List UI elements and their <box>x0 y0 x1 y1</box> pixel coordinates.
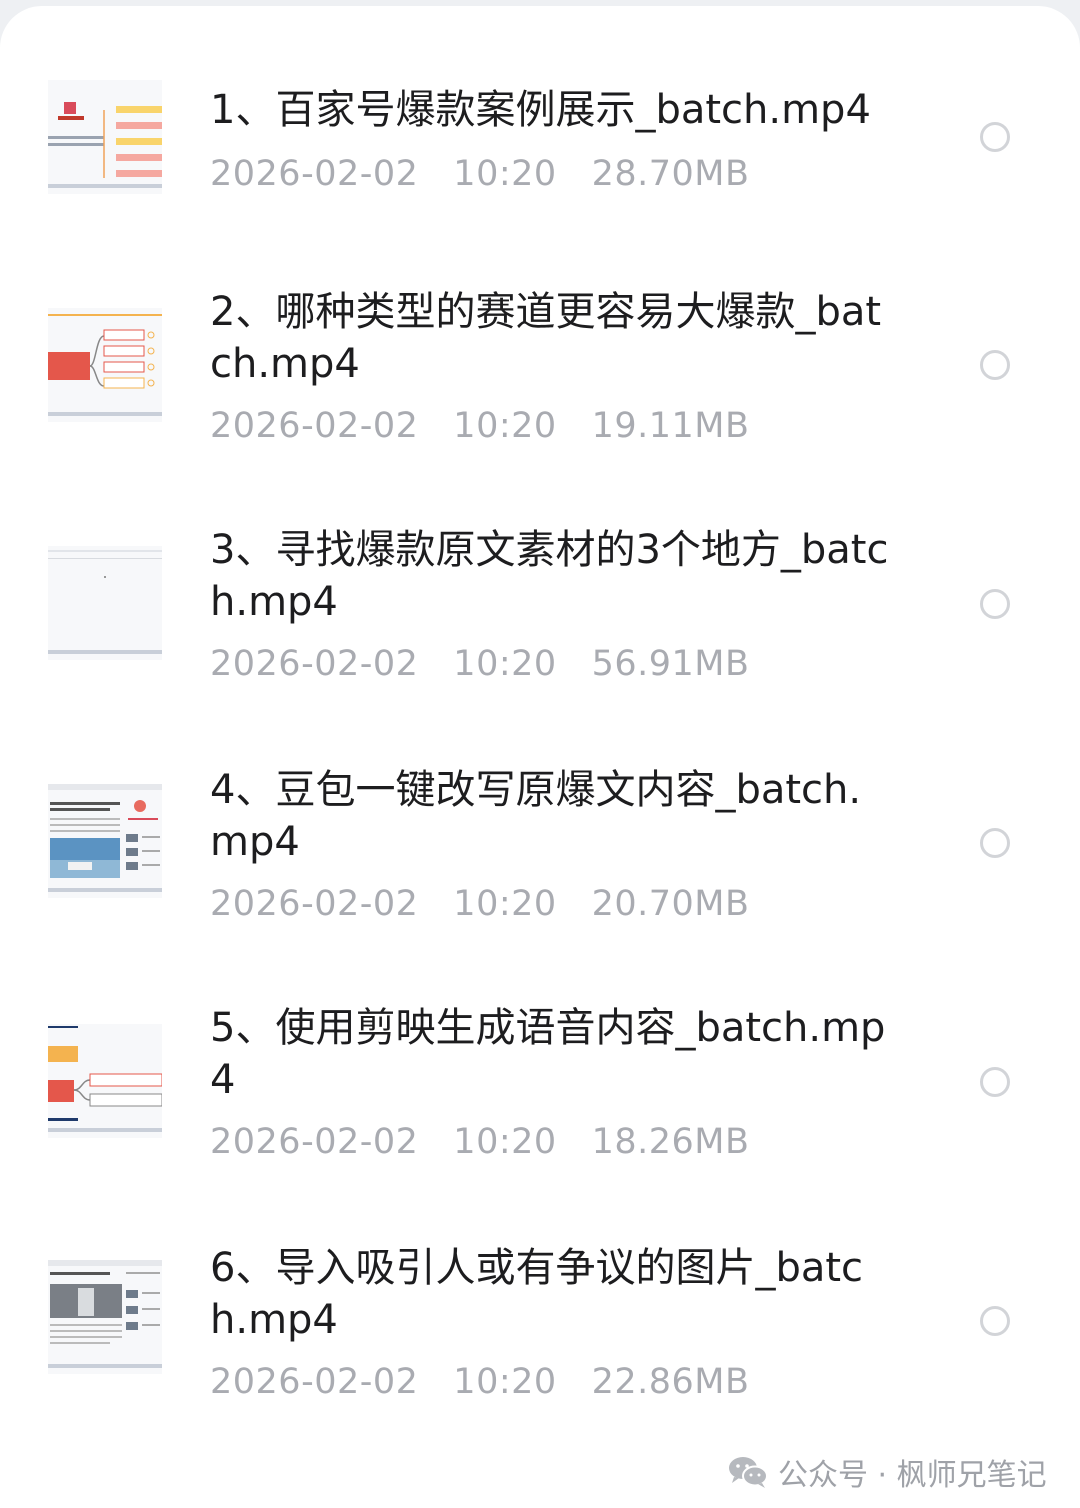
video-thumbnail <box>48 1260 162 1374</box>
file-time: 10:20 <box>453 406 557 446</box>
file-date: 2026-02-02 <box>210 1122 419 1162</box>
file-size: 18.26MB <box>591 1122 750 1162</box>
file-time: 10:20 <box>453 1362 557 1402</box>
file-time: 10:20 <box>453 644 557 684</box>
file-meta: 2026-02-02 10:20 28.70MB <box>210 152 749 196</box>
file-meta: 2026-02-02 10:20 56.91MB <box>210 642 749 686</box>
file-size: 56.91MB <box>591 644 750 684</box>
file-time: 10:20 <box>453 1122 557 1162</box>
video-thumbnail <box>48 308 162 422</box>
file-size: 28.70MB <box>591 154 750 194</box>
video-thumbnail <box>48 784 162 898</box>
file-row-3[interactable]: 3、寻找爆款原文素材的3个地方_batch.mp4 2026-02-02 10:… <box>0 527 1080 736</box>
wechat-icon <box>729 1457 768 1488</box>
file-title: 6、导入吸引人或有争议的图片_batch.mp4 <box>210 1245 864 1343</box>
video-thumbnail <box>48 80 162 194</box>
watermark-label: 公众号 · 枫师兄笔记 <box>778 1458 1047 1493</box>
select-radio[interactable] <box>980 1067 1010 1097</box>
file-row-5[interactable]: 5、使用剪映生成语音内容_batch.mp4 2026-02-02 10:20 … <box>0 1005 1080 1214</box>
file-row-4[interactable]: 4、豆包一键改写原爆文内容_batch.mp4 2026-02-02 10:20… <box>0 767 1080 976</box>
select-radio[interactable] <box>980 828 1010 858</box>
select-radio[interactable] <box>980 589 1010 619</box>
file-row-1[interactable]: 1、百家号爆款案例展示_batch.mp4 2026-02-02 10:20 2… <box>0 74 1080 274</box>
file-title: 3、寻找爆款原文素材的3个地方_batch.mp4 <box>210 527 889 625</box>
file-row-6[interactable]: 6、导入吸引人或有争议的图片_batch.mp4 2026-02-02 10:2… <box>0 1245 1080 1454</box>
file-size: 20.70MB <box>591 884 750 924</box>
file-time: 10:20 <box>453 154 557 194</box>
file-date: 2026-02-02 <box>210 406 419 446</box>
file-meta: 2026-02-02 10:20 20.70MB <box>210 882 749 926</box>
file-date: 2026-02-02 <box>210 1362 419 1402</box>
select-radio[interactable] <box>980 122 1010 152</box>
file-date: 2026-02-02 <box>210 884 419 924</box>
file-row-2[interactable]: 2、哪种类型的赛道更容易大爆款_batch.mp4 2026-02-02 10:… <box>0 289 1080 498</box>
file-meta: 2026-02-02 10:20 18.26MB <box>210 1120 749 1164</box>
file-title: 4、豆包一键改写原爆文内容_batch.mp4 <box>210 767 862 865</box>
video-thumbnail <box>48 546 162 660</box>
select-radio[interactable] <box>980 1306 1010 1336</box>
file-size: 19.11MB <box>591 406 750 446</box>
file-date: 2026-02-02 <box>210 644 419 684</box>
select-radio[interactable] <box>980 350 1010 380</box>
video-thumbnail <box>48 1024 162 1138</box>
file-title: 2、哪种类型的赛道更容易大爆款_batch.mp4 <box>210 289 882 387</box>
file-list-sheet: 1、百家号爆款案例展示_batch.mp4 2026-02-02 10:20 2… <box>0 6 1080 1508</box>
file-title: 5、使用剪映生成语音内容_batch.mp4 <box>210 1005 886 1103</box>
wechat-watermark: 公众号 · 枫师兄笔记 <box>728 1452 1047 1493</box>
file-date: 2026-02-02 <box>210 154 419 194</box>
file-size: 22.86MB <box>591 1362 750 1402</box>
file-meta: 2026-02-02 10:20 22.86MB <box>210 1360 749 1404</box>
file-title: 1、百家号爆款案例展示_batch.mp4 <box>210 87 871 133</box>
file-time: 10:20 <box>453 884 557 924</box>
file-meta: 2026-02-02 10:20 19.11MB <box>210 404 749 448</box>
